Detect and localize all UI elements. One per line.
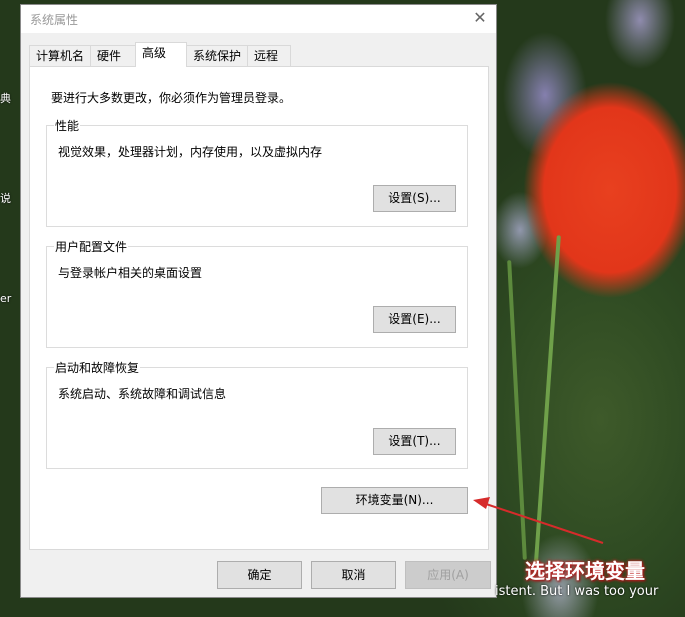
startup-recovery-description: 系统启动、系统故障和调试信息 bbox=[58, 387, 227, 401]
dialog-title: 系统属性 bbox=[30, 13, 79, 27]
system-properties-dialog: 系统属性 ✕ 计算机名 硬件 高级 系统保护 远程 要进行大多数更改，你必须作为… bbox=[20, 4, 497, 598]
advanced-tab-panel: 要进行大多数更改，你必须作为管理员登录。 性能 视觉效果，处理器计划，内存使用，… bbox=[29, 66, 489, 550]
user-profiles-description: 与登录帐户相关的桌面设置 bbox=[58, 266, 203, 280]
flower-stem bbox=[533, 235, 561, 575]
startup-recovery-settings-button[interactable]: 设置(T)... bbox=[373, 428, 456, 455]
performance-group-title: 性能 bbox=[54, 117, 81, 134]
tab-advanced[interactable]: 高级 bbox=[135, 42, 187, 67]
user-profiles-settings-button[interactable]: 设置(E)... bbox=[373, 306, 456, 333]
cancel-button[interactable]: 取消 bbox=[311, 561, 396, 589]
flower-stem bbox=[507, 260, 527, 560]
tab-remote[interactable]: 远程 bbox=[247, 45, 291, 66]
desktop-icon-label: 说 bbox=[0, 192, 11, 205]
apply-button[interactable]: 应用(A) bbox=[405, 561, 491, 589]
user-profiles-group: 用户配置文件 与登录帐户相关的桌面设置 设置(E)... bbox=[46, 238, 468, 348]
startup-recovery-group: 启动和故障恢复 系统启动、系统故障和调试信息 设置(T)... bbox=[46, 359, 468, 469]
tab-system-protection[interactable]: 系统保护 bbox=[186, 45, 248, 66]
user-profiles-group-title: 用户配置文件 bbox=[54, 238, 129, 255]
admin-notice: 要进行大多数更改，你必须作为管理员登录。 bbox=[51, 91, 292, 105]
performance-group: 性能 视觉效果，处理器计划，内存使用，以及虚拟内存 设置(S)... bbox=[46, 117, 468, 227]
desktop-icon-label: 典 bbox=[0, 92, 11, 105]
ok-button[interactable]: 确定 bbox=[217, 561, 302, 589]
performance-description: 视觉效果，处理器计划，内存使用，以及虚拟内存 bbox=[58, 145, 323, 159]
close-icon[interactable]: ✕ bbox=[470, 8, 490, 28]
subtitle-text: istent. But I was too your bbox=[495, 584, 659, 599]
startup-recovery-group-title: 启动和故障恢复 bbox=[54, 359, 141, 376]
tab-hardware[interactable]: 硬件 bbox=[90, 45, 136, 66]
desktop-icon-label: er bbox=[0, 292, 12, 305]
tab-computer-name[interactable]: 计算机名 bbox=[29, 45, 91, 66]
environment-variables-button[interactable]: 环境变量(N)... bbox=[321, 487, 468, 514]
performance-settings-button[interactable]: 设置(S)... bbox=[373, 185, 456, 212]
title-bar[interactable]: 系统属性 ✕ bbox=[21, 5, 496, 33]
annotation-label: 选择环境变量 bbox=[525, 559, 645, 583]
